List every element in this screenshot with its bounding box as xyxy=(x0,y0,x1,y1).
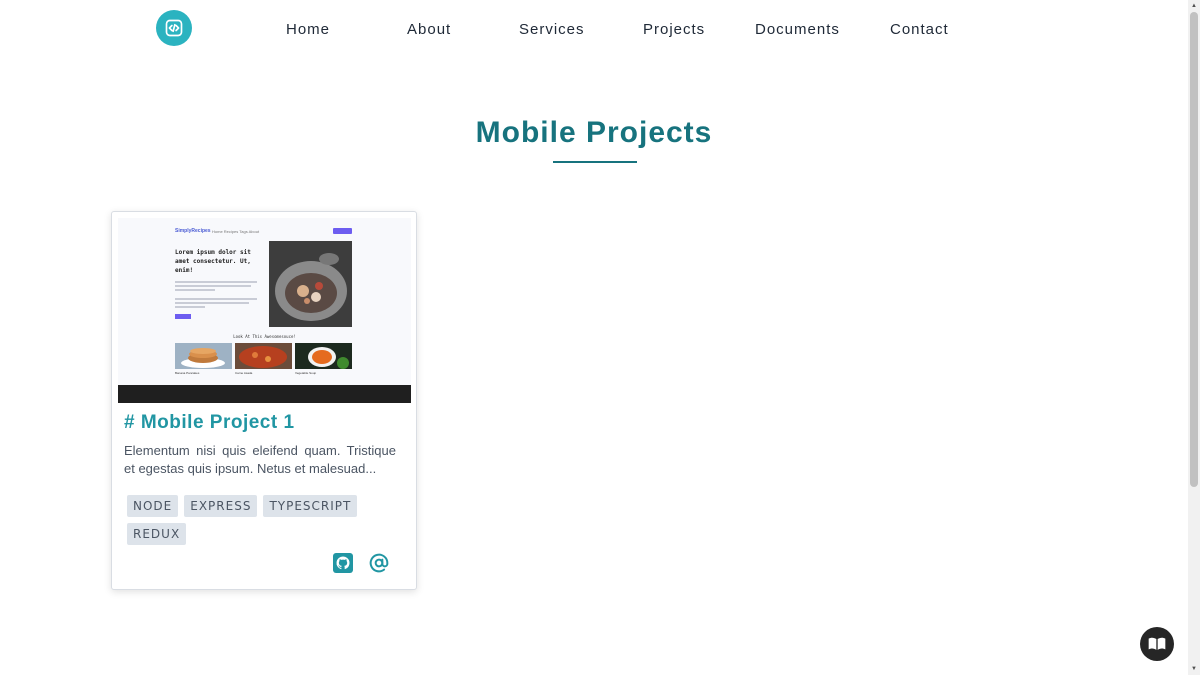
logo[interactable] xyxy=(156,10,192,46)
navbar: Home About Services Projects Documents C… xyxy=(0,0,1188,60)
tag-node: NODE xyxy=(127,495,179,517)
scroll-down-arrow[interactable]: ▼ xyxy=(1188,663,1200,675)
screenshot-section-title: Look At This Awesomesouce! xyxy=(233,334,296,339)
screenshot-paragraph-line xyxy=(175,302,249,304)
screenshot-hero-text: Lorem ipsum dolor sit amet consectetur. … xyxy=(175,249,251,274)
screenshot-paragraph-line xyxy=(175,306,205,308)
screenshot-footer xyxy=(118,385,411,403)
screenshot-paragraph-line xyxy=(175,289,215,291)
nav-link-home[interactable]: Home xyxy=(286,21,330,38)
tag-list: NODE EXPRESS TYPESCRIPT REDUX xyxy=(127,495,397,545)
screenshot-paragraph-line xyxy=(175,285,251,287)
project-screenshot: SimplyRecipes Home Recipes Tags About Lo… xyxy=(118,218,411,403)
screenshot-hero-image xyxy=(269,241,352,327)
screenshot-caption: Carne Asada xyxy=(235,371,253,375)
vertical-scrollbar[interactable]: ▲ ▼ xyxy=(1188,0,1200,675)
screenshot-caption: Vegetable Soup xyxy=(295,371,317,375)
github-icon[interactable] xyxy=(333,553,353,573)
screenshot-thumb xyxy=(235,343,292,369)
page-title: Mobile Projects xyxy=(475,116,713,149)
tag-redux: REDUX xyxy=(127,523,187,545)
nav-link-services[interactable]: Services xyxy=(519,21,585,38)
code-icon xyxy=(165,19,183,37)
nav-link-projects[interactable]: Projects xyxy=(643,21,705,38)
project-card: SimplyRecipes Home Recipes Tags About Lo… xyxy=(111,211,417,590)
nav-link-contact[interactable]: Contact xyxy=(890,21,949,38)
nav-link-documents[interactable]: Documents xyxy=(755,21,840,38)
screenshot-cta xyxy=(175,314,191,319)
screenshot-paragraph-line xyxy=(175,298,257,300)
nav-link-about[interactable]: About xyxy=(407,21,451,38)
book-icon xyxy=(1148,637,1166,650)
project-title[interactable]: # Mobile Project 1 xyxy=(124,412,295,434)
tag-express: EXPRESS xyxy=(184,495,258,517)
at-sign-icon[interactable] xyxy=(369,553,389,573)
screenshot-caption: Banana Pancakes xyxy=(175,371,200,375)
project-description: Elementum nisi quis eleifend quam. Trist… xyxy=(124,443,396,476)
screenshot-thumb xyxy=(175,343,232,369)
docs-floating-button[interactable] xyxy=(1140,627,1174,661)
screenshot-thumb xyxy=(295,343,352,369)
screenshot-paragraph-line xyxy=(175,281,257,283)
scroll-thumb[interactable] xyxy=(1190,12,1198,487)
title-underline xyxy=(553,161,637,163)
screenshot-brand: SimplyRecipes xyxy=(175,228,211,234)
screenshot-button xyxy=(333,228,352,234)
screenshot-nav: Home Recipes Tags About xyxy=(212,229,260,234)
scroll-up-arrow[interactable]: ▲ xyxy=(1188,0,1200,12)
tag-typescript: TYPESCRIPT xyxy=(263,495,358,517)
